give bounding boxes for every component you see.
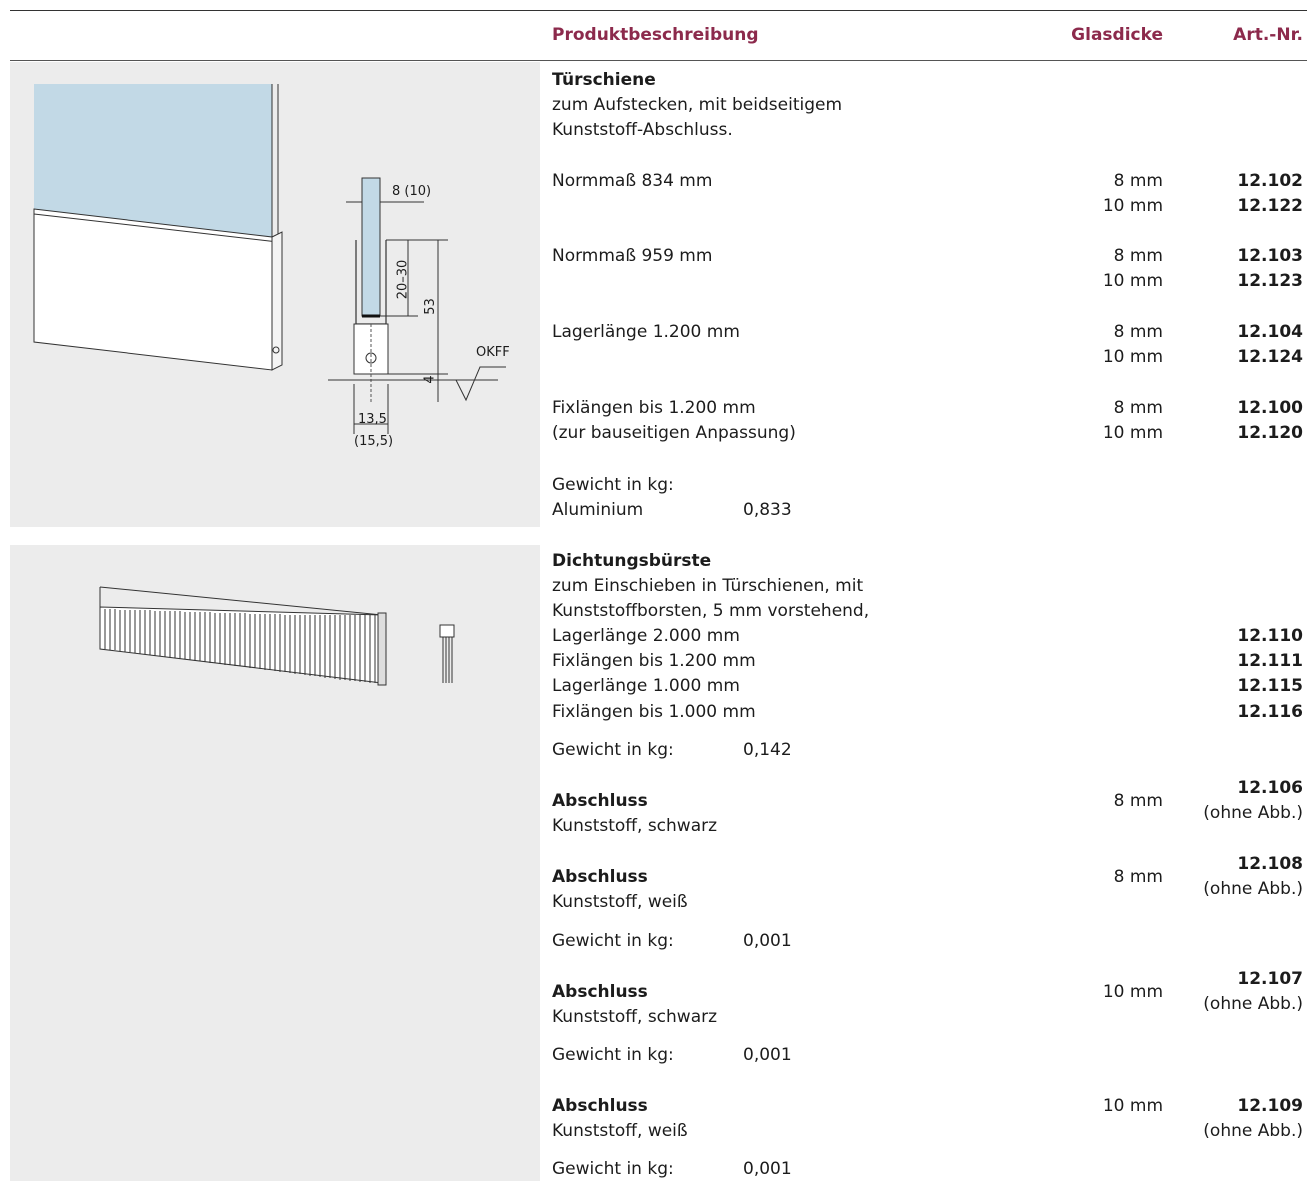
burste-weight: 0,142 [743, 740, 792, 760]
burste-row-label: Lagerlänge 2.000 mm [552, 626, 740, 646]
header-produktbeschreibung: Produktbeschreibung [552, 25, 759, 45]
abschluss-desc: Kunststoff, weiß [552, 892, 688, 912]
okff-label: OKFF [476, 345, 510, 360]
turschiene-image-panel: 8 (10) 20–30 53 4 OKFF 13,5 (15,5) [10, 62, 540, 527]
abschluss-weight: 0,001 [743, 1045, 792, 1065]
row-glass: 8 mm [1113, 171, 1163, 191]
abschluss-desc: Kunststoff, weiß [552, 1121, 688, 1141]
row-glass: 10 mm [1102, 196, 1163, 216]
header-artnr: Art.-Nr. [1233, 25, 1303, 45]
abschluss-title: Abschluss [552, 982, 648, 1002]
row-glass: 10 mm [1102, 271, 1163, 291]
abschluss-art: 12.108 [1237, 854, 1303, 874]
abschluss-glass: 8 mm [1113, 791, 1163, 811]
abschluss-art: 12.109 [1237, 1096, 1303, 1116]
turschiene-weight: 0,833 [743, 500, 792, 520]
row-label: Lagerlänge 1.200 mm [552, 322, 740, 342]
burste-row-art: 12.116 [1237, 702, 1303, 722]
abschluss-glass: 10 mm [1102, 982, 1163, 1002]
row-label-2: (zur bauseitigen Anpassung) [552, 423, 796, 443]
abschluss-weight-label: Gewicht in kg: [552, 1159, 674, 1179]
row-art: 12.104 [1237, 322, 1303, 342]
burste-row-art: 12.111 [1237, 651, 1303, 671]
abschluss-art: 12.106 [1237, 778, 1303, 798]
dim-base-alt-label: (15,5) [354, 434, 394, 449]
turschiene-weight-label: Gewicht in kg: [552, 475, 674, 495]
row-label: Normmaß 834 mm [552, 171, 713, 191]
row-art: 12.103 [1237, 246, 1303, 266]
row-glass: 10 mm [1102, 423, 1163, 443]
abschluss-title: Abschluss [552, 867, 648, 887]
header-glasdicke: Glasdicke [1071, 25, 1163, 45]
row-art: 12.122 [1237, 196, 1303, 216]
turschiene-desc-1: zum Aufstecken, mit beidseitigem [552, 95, 843, 115]
row-glass: 8 mm [1113, 398, 1163, 418]
dichtungsburste-desc-1: zum Einschieben in Türschienen, mit [552, 576, 864, 596]
dichtungsburste-drawing [99, 586, 455, 686]
abschluss-weight: 0,001 [743, 1159, 792, 1179]
turschiene-material: Aluminium [552, 500, 644, 520]
abschluss-desc: Kunststoff, schwarz [552, 1007, 718, 1027]
abschluss-desc: Kunststoff, schwarz [552, 816, 718, 836]
burste-row-art: 12.110 [1237, 626, 1303, 646]
row-art: 12.123 [1237, 271, 1303, 291]
abschluss-note: (ohne Abb.) [1203, 1121, 1303, 1141]
abschluss-weight: 0,001 [743, 931, 792, 951]
abschluss-note: (ohne Abb.) [1203, 803, 1303, 823]
header-rule [10, 60, 1307, 61]
burste-row-label: Lagerlänge 1.000 mm [552, 676, 740, 696]
row-glass: 10 mm [1102, 347, 1163, 367]
dim-insert-label: 20–30 [395, 259, 411, 300]
row-label: Fixlängen bis 1.200 mm [552, 398, 756, 418]
burste-row-label: Fixlängen bis 1.000 mm [552, 702, 756, 722]
burste-row-label: Fixlängen bis 1.200 mm [552, 651, 756, 671]
dichtungsburste-title: Dichtungsbürste [552, 551, 712, 571]
abschluss-title: Abschluss [552, 1096, 648, 1116]
turschiene-title: Türschiene [552, 70, 656, 90]
abschluss-art: 12.107 [1237, 969, 1303, 989]
abschluss-weight-label: Gewicht in kg: [552, 931, 674, 951]
burste-weight-label: Gewicht in kg: [552, 740, 674, 760]
turschiene-drawing [33, 84, 506, 434]
dim-height-label: 53 [422, 298, 438, 315]
row-glass: 8 mm [1113, 322, 1163, 342]
abschluss-weight-label: Gewicht in kg: [552, 1045, 674, 1065]
dichtungsburste-desc-2: Kunststoffborsten, 5 mm vorstehend, [552, 601, 870, 621]
top-rule [10, 10, 1307, 11]
dim-bottom-label: 4 [422, 375, 438, 384]
burste-row-art: 12.115 [1237, 676, 1303, 696]
row-art: 12.100 [1237, 398, 1303, 418]
row-art: 12.124 [1237, 347, 1303, 367]
row-art: 12.120 [1237, 423, 1303, 443]
abschluss-glass: 10 mm [1102, 1096, 1163, 1116]
turschiene-desc-2: Kunststoff-Abschluss. [552, 120, 733, 140]
row-art: 12.102 [1237, 171, 1303, 191]
abschluss-glass: 8 mm [1113, 867, 1163, 887]
row-glass: 8 mm [1113, 246, 1163, 266]
dichtungsburste-image-panel [10, 545, 540, 1181]
dim-width-label: 8 (10) [392, 184, 432, 199]
abschluss-note: (ohne Abb.) [1203, 994, 1303, 1014]
row-label: Normmaß 959 mm [552, 246, 713, 266]
abschluss-title: Abschluss [552, 791, 648, 811]
brush-bristles [104, 609, 376, 683]
abschluss-note: (ohne Abb.) [1203, 879, 1303, 899]
